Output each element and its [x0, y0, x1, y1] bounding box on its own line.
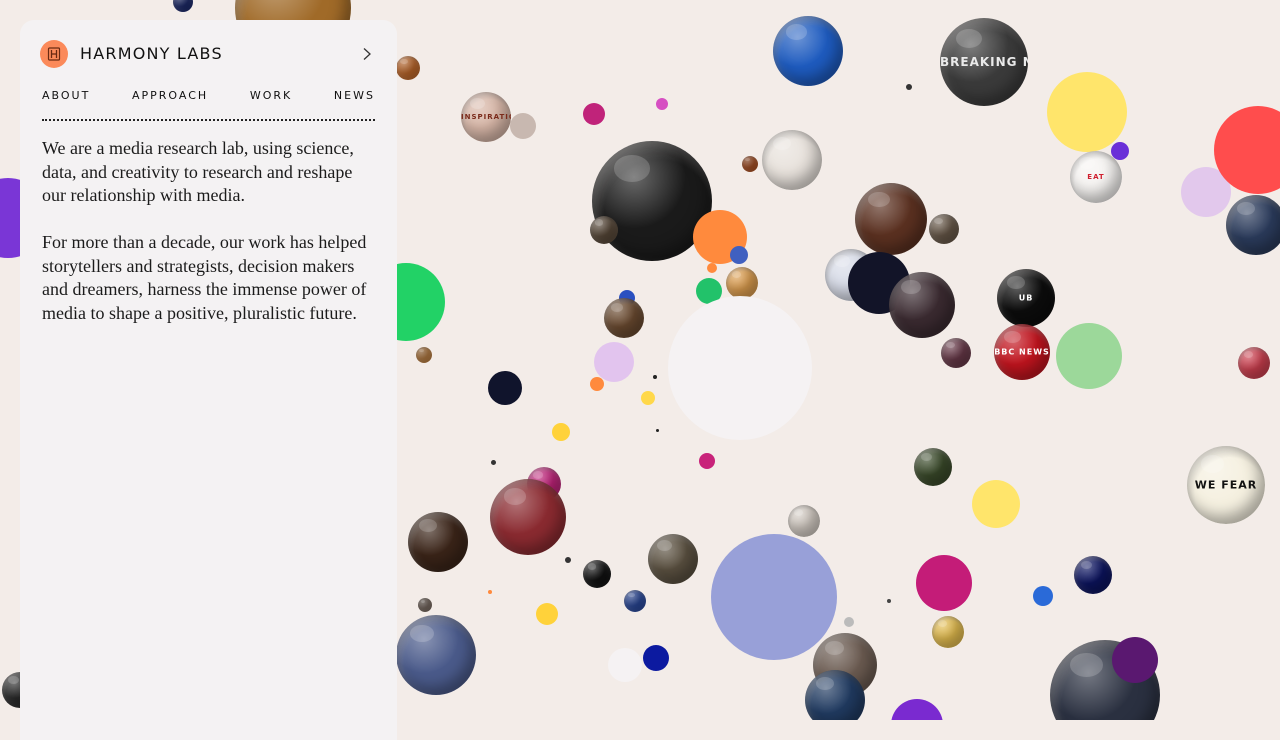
nav-item-approach[interactable]: APPROACH — [132, 89, 208, 107]
color-bubble[interactable] — [643, 645, 669, 671]
media-bubble[interactable] — [396, 56, 420, 80]
main-nav: ABOUT APPROACH WORK NEWS — [42, 89, 375, 107]
color-bubble[interactable] — [707, 263, 717, 273]
bubble-label: INSPIRATION — [461, 113, 511, 121]
bubble-label: WE FEAR — [1194, 478, 1258, 492]
color-bubble[interactable] — [641, 391, 655, 405]
media-bubble[interactable] — [408, 512, 468, 572]
media-bubble[interactable] — [1226, 195, 1280, 255]
color-bubble[interactable] — [510, 113, 536, 139]
media-bubble[interactable] — [773, 16, 843, 86]
color-bubble[interactable] — [583, 103, 605, 125]
color-bubble[interactable] — [656, 98, 668, 110]
color-bubble[interactable] — [488, 590, 492, 594]
media-bubble[interactable] — [914, 448, 952, 486]
color-bubble[interactable] — [594, 342, 634, 382]
color-bubble[interactable] — [1047, 72, 1127, 152]
color-bubble[interactable] — [699, 453, 715, 469]
media-bubble-ub[interactable]: UB — [997, 269, 1055, 327]
media-bubble-we-fear[interactable]: WE FEAR — [1187, 446, 1265, 524]
color-bubble[interactable] — [490, 459, 496, 465]
color-bubble[interactable] — [1112, 637, 1158, 683]
color-bubble[interactable] — [552, 423, 570, 441]
color-bubble[interactable] — [668, 296, 812, 440]
color-bubble[interactable] — [844, 617, 854, 627]
color-bubble[interactable] — [590, 377, 604, 391]
nav-item-about[interactable]: ABOUT — [42, 89, 90, 107]
color-bubble[interactable] — [972, 480, 1020, 528]
color-bubble[interactable] — [1033, 586, 1053, 606]
color-bubble[interactable] — [730, 246, 748, 264]
media-bubble-breaking-news[interactable]: BREAKING NEWS — [940, 18, 1028, 106]
media-bubble[interactable] — [396, 615, 476, 695]
nav-item-work[interactable]: WORK — [250, 89, 292, 107]
media-bubble[interactable] — [1074, 556, 1112, 594]
color-bubble[interactable] — [655, 428, 659, 432]
media-bubble[interactable] — [1238, 347, 1270, 379]
media-bubble-inspiration[interactable]: INSPIRATION — [461, 92, 511, 142]
nav-divider — [42, 119, 375, 121]
media-bubble[interactable] — [742, 156, 758, 172]
color-bubble[interactable] — [608, 648, 642, 682]
brand-header: HARMONY LABS — [40, 40, 377, 68]
media-bubble-bbc-news[interactable]: BBC NEWS — [994, 324, 1050, 380]
bubble-label: BBC NEWS — [994, 347, 1050, 357]
color-bubble[interactable] — [536, 603, 558, 625]
chevron-right-icon[interactable] — [359, 45, 375, 63]
color-bubble[interactable] — [1111, 142, 1129, 160]
media-bubble[interactable] — [889, 272, 955, 338]
color-bubble[interactable] — [653, 375, 657, 379]
bubble-label: EAT — [1087, 173, 1105, 181]
about-paragraph-history: For more than a decade, our work has hel… — [42, 232, 367, 323]
color-bubble[interactable] — [1056, 323, 1122, 389]
media-bubble[interactable] — [418, 598, 432, 612]
about-paragraph-intro: We are a media research lab, using scien… — [42, 138, 354, 205]
media-bubble[interactable] — [490, 479, 566, 555]
logo-icon[interactable] — [40, 40, 68, 68]
media-bubble[interactable] — [583, 560, 611, 588]
media-bubble[interactable] — [604, 298, 644, 338]
media-bubble[interactable] — [929, 214, 959, 244]
color-bubble[interactable] — [711, 534, 837, 660]
color-bubble[interactable] — [916, 555, 972, 611]
media-bubble[interactable] — [590, 216, 618, 244]
color-bubble[interactable] — [906, 84, 912, 90]
media-bubble[interactable] — [932, 616, 964, 648]
nav-item-news[interactable]: NEWS — [334, 89, 375, 107]
color-bubble[interactable] — [887, 599, 891, 603]
color-bubble[interactable] — [488, 371, 522, 405]
media-bubble[interactable] — [416, 347, 432, 363]
media-bubble[interactable] — [648, 534, 698, 584]
media-bubble[interactable] — [762, 130, 822, 190]
info-panel: HARMONY LABS ABOUT APPROACH WORK NEWS We… — [20, 20, 397, 740]
media-bubble[interactable] — [855, 183, 927, 255]
bubble-label: UB — [1018, 293, 1034, 303]
media-bubble[interactable] — [173, 0, 193, 12]
color-bubble[interactable] — [565, 557, 571, 563]
media-bubble-eat[interactable]: EAT — [1070, 151, 1122, 203]
media-bubble[interactable] — [788, 505, 820, 537]
media-bubble[interactable] — [624, 590, 646, 612]
brand-name[interactable]: HARMONY LABS — [80, 44, 223, 63]
media-bubble[interactable] — [726, 267, 758, 299]
bubble-label: BREAKING NEWS — [940, 55, 1028, 69]
media-bubble[interactable] — [941, 338, 971, 368]
color-bubble[interactable] — [891, 699, 943, 720]
